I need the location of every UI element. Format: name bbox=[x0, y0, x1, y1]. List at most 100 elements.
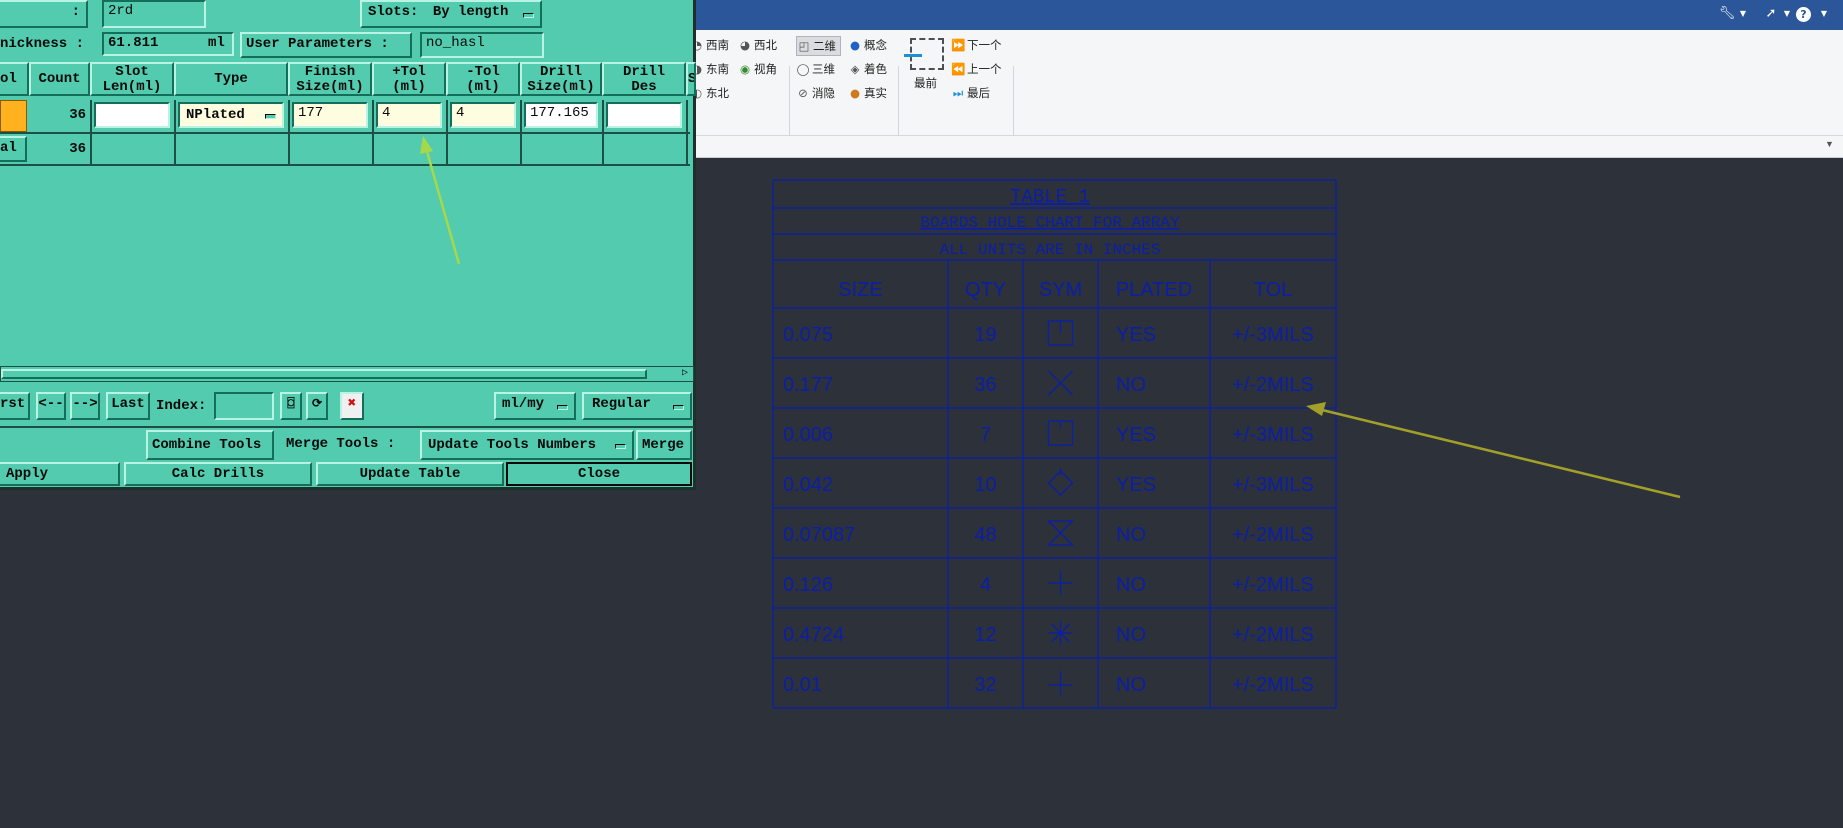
preview-next[interactable]: ⏩ 下一个 bbox=[951, 36, 1002, 54]
index-input[interactable] bbox=[214, 392, 274, 420]
table-cell-plated: NO bbox=[1116, 674, 1146, 696]
style-label: 真实 bbox=[864, 86, 887, 100]
table-cell-plated: NO bbox=[1116, 524, 1146, 546]
preview-label: 下一个 bbox=[967, 38, 1002, 52]
chevron-down-icon[interactable]: ▼ bbox=[1815, 5, 1833, 23]
scrollbar-thumb[interactable] bbox=[1, 369, 647, 379]
merge-tools-label: Merge Tools : bbox=[286, 436, 396, 452]
annotation-arrow-olive bbox=[1317, 407, 1681, 499]
table-cell-size: 0.01 bbox=[783, 674, 822, 696]
next-icon: ⏩ bbox=[951, 38, 966, 52]
table-cell-plated: NO bbox=[1116, 624, 1146, 646]
style-2d-wireframe[interactable]: ◰ 二维 bbox=[796, 36, 841, 56]
style-label: 二维 bbox=[813, 39, 836, 53]
arrow-head-icon bbox=[420, 136, 433, 154]
wireframe-3d-icon: ◯ bbox=[796, 62, 810, 76]
lamp-icon[interactable]: ⌼ bbox=[280, 392, 302, 420]
table-header-size: SIZE bbox=[838, 279, 882, 301]
mode-select[interactable]: Regular bbox=[582, 392, 692, 420]
table-cell-size: 0.075 bbox=[783, 324, 833, 346]
table-cell-tol: +/-2MILS bbox=[1232, 374, 1314, 396]
hourglass-icon bbox=[1046, 520, 1075, 546]
calc-drills-button[interactable]: Calc Drills bbox=[124, 462, 312, 486]
asterisk-icon bbox=[1048, 621, 1073, 645]
preview-label: 最后 bbox=[967, 86, 990, 100]
view-label: 东南 bbox=[706, 62, 729, 76]
table-subtitle: BOARDS HOLE CHART FOR ARRAY bbox=[920, 214, 1180, 232]
table-cell-size: 0.042 bbox=[783, 474, 833, 496]
ribbon-collapse-icon[interactable]: ▼ bbox=[1825, 139, 1834, 149]
section-divider bbox=[0, 426, 694, 428]
eye-icon: ◉ bbox=[739, 62, 751, 76]
arrow-head-icon bbox=[1306, 402, 1326, 416]
table-cell-qty: 10 bbox=[974, 474, 996, 496]
style-3d-wireframe[interactable]: ◯ 三维 bbox=[796, 60, 835, 78]
close-button[interactable]: Close bbox=[506, 462, 692, 486]
last-button[interactable]: Last bbox=[106, 392, 150, 420]
table-cell-qty: 32 bbox=[974, 674, 996, 696]
view-label: 东北 bbox=[706, 86, 729, 100]
table-cell-qty: 12 bbox=[974, 624, 996, 646]
chevron-down-icon[interactable]: ▼ bbox=[1734, 5, 1752, 23]
table-cell-qty: 7 bbox=[980, 424, 991, 446]
drill-tools-dialog: : 2rd Slots: By length nickness : 61.811… bbox=[0, 0, 696, 490]
cube-icon: ◈ bbox=[850, 62, 860, 76]
table-header-tol: TOL bbox=[1254, 279, 1293, 301]
refresh-icon[interactable]: ⟳ bbox=[306, 392, 328, 420]
preview-previous[interactable]: ⏪ 上一个 bbox=[951, 60, 1002, 78]
square-notch-icon bbox=[1047, 420, 1074, 446]
units-select[interactable]: ml/my bbox=[494, 392, 576, 420]
table-cell-qty: 48 bbox=[974, 524, 996, 546]
combine-tools-button[interactable]: Combine Tools bbox=[146, 430, 274, 460]
cross-bar-icon bbox=[1048, 671, 1073, 695]
help-icon[interactable]: ? bbox=[1796, 7, 1811, 22]
table-cell-tol: +/-3MILS bbox=[1232, 324, 1314, 346]
table-cell-qty: 36 bbox=[974, 374, 996, 396]
prev-button[interactable]: <-- bbox=[36, 392, 66, 420]
sphere-icon: ● bbox=[849, 38, 861, 52]
chevron-down-icon[interactable]: ▼ bbox=[1778, 5, 1796, 23]
bring-front-label[interactable]: 最前 bbox=[914, 74, 937, 92]
table-units-note: ALL UNITS ARE IN INCHES bbox=[940, 241, 1161, 259]
style-shaded[interactable]: ◈ 着色 bbox=[848, 60, 887, 78]
update-table-button[interactable]: Update Table bbox=[316, 462, 504, 486]
diamond-icon bbox=[1047, 468, 1074, 496]
annotation-arrow-green bbox=[420, 136, 461, 265]
scroll-right-icon[interactable]: ▷ bbox=[677, 367, 693, 381]
delete-icon[interactable]: ✖ bbox=[340, 392, 364, 420]
horizontal-scrollbar[interactable]: ▷ bbox=[0, 366, 694, 382]
symbol-column bbox=[1046, 320, 1075, 695]
ball-icon: ● bbox=[849, 86, 861, 100]
previous-icon: ⏪ bbox=[951, 62, 966, 76]
apply-button[interactable]: Apply bbox=[0, 462, 120, 486]
first-button[interactable]: rst bbox=[0, 392, 30, 420]
bring-front-icon[interactable] bbox=[904, 38, 944, 70]
table-cell-plated: YES bbox=[1116, 474, 1156, 496]
plus-icon bbox=[1048, 571, 1073, 595]
table-header-plated: PLATED bbox=[1116, 279, 1192, 301]
style-realistic[interactable]: ● 真实 bbox=[848, 84, 887, 102]
view-camera[interactable]: ◉ 视角 bbox=[738, 60, 777, 78]
merge-button[interactable]: Merge bbox=[636, 430, 692, 460]
view-cube-icon: ◕ bbox=[739, 38, 751, 52]
table-cell-size: 0.4724 bbox=[783, 624, 844, 646]
style-hidden[interactable]: ⊘ 消隐 bbox=[796, 84, 835, 102]
preview-label: 上一个 bbox=[967, 62, 1002, 76]
table-cell-tol: +/-2MILS bbox=[1232, 624, 1314, 646]
style-conceptual[interactable]: ● 概念 bbox=[848, 36, 887, 54]
table-cell-qty: 19 bbox=[974, 324, 996, 346]
style-label: 三维 bbox=[812, 62, 835, 76]
update-tools-numbers-select[interactable]: Update Tools Numbers bbox=[420, 430, 634, 460]
table-cell-size: 0.177 bbox=[783, 374, 833, 396]
view-northwest[interactable]: ◕ 西北 bbox=[738, 36, 777, 54]
table-cells: SIZE QTY SYM PLATED TOL 0.075 19 YES +/-3MILS 0.1… bbox=[783, 279, 1314, 696]
table-cell-tol: +/-2MILS bbox=[1232, 674, 1314, 696]
table-cell-size: 0.07087 bbox=[783, 524, 855, 546]
table-cell-tol: +/-3MILS bbox=[1232, 474, 1314, 496]
style-label: 概念 bbox=[864, 38, 887, 52]
table-cell-tol: +/-3MILS bbox=[1232, 424, 1314, 446]
next-button[interactable]: --> bbox=[70, 392, 100, 420]
preview-last[interactable]: ⏭ 最后 bbox=[951, 84, 990, 102]
table-cell-plated: NO bbox=[1116, 574, 1146, 596]
table-cell-plated: NO bbox=[1116, 374, 1146, 396]
